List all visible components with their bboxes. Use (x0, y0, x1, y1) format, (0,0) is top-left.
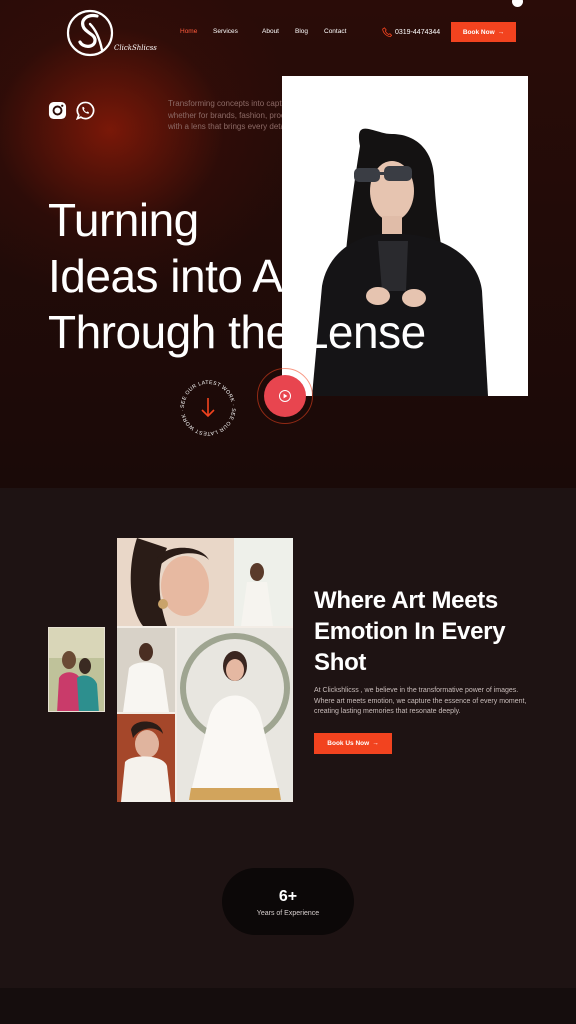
whatsapp-icon[interactable] (76, 101, 95, 120)
play-video-button[interactable] (257, 368, 313, 424)
about-title-line-2: Emotion In Every (314, 618, 506, 645)
about-title: Where Art Meets Emotion In Every Shot (314, 585, 506, 678)
about-title-line-1: Where Art Meets (314, 587, 498, 614)
about-title-line-3: Shot (314, 649, 367, 676)
headline-line-3: Through the Lense (48, 306, 426, 358)
couple-image (49, 628, 104, 711)
arrow-right-icon: → (372, 740, 379, 747)
instagram-icon[interactable] (48, 101, 67, 120)
nav-blog[interactable]: Blog (295, 28, 308, 35)
headline-line-2: Ideas into Art (48, 250, 310, 302)
nav-contact[interactable]: Contact (324, 28, 346, 35)
phone-contact[interactable]: 0319-4474344 (382, 27, 440, 37)
experience-label: Years of Experience (256, 909, 320, 917)
play-button-inner (264, 375, 306, 417)
arrow-right-icon: → (497, 28, 505, 36)
phone-icon (382, 27, 392, 37)
headline-line-1: Turning (48, 194, 199, 246)
play-icon (279, 390, 291, 402)
bottom-band (0, 988, 576, 1024)
about-section: Where Art Meets Emotion In Every Shot At… (0, 488, 576, 988)
logo-text: ClickShlicss (114, 44, 157, 52)
experience-value: 6+ (278, 887, 298, 905)
book-us-now-button[interactable]: Book Us Now → (314, 733, 392, 754)
nav-services[interactable]: Services (213, 28, 238, 35)
book-now-label: Book Now (462, 28, 495, 36)
nav-about[interactable]: About (262, 28, 279, 35)
book-us-now-label: Book Us Now (327, 740, 370, 747)
arrow-down-icon (201, 398, 215, 418)
side-photo (48, 627, 105, 712)
experience-stat: 6+ Years of Experience (222, 868, 354, 935)
bridal-collage-image (117, 538, 293, 802)
phone-number: 0319-4474344 (395, 28, 441, 36)
latest-work-badge[interactable]: SEE OUR LATEST WORK · SEE OUR LATEST WOR… (178, 378, 238, 438)
top-dot (512, 0, 523, 7)
hero-section: ClickShlicss Home Services About Blog Co… (0, 0, 576, 488)
about-body: At Clickshlicss , we believe in the tran… (314, 687, 527, 715)
book-now-button[interactable]: Book Now → (451, 22, 516, 42)
hero-headline: Turning Ideas into Art Through the Lense (48, 192, 426, 360)
bridal-collage (117, 538, 293, 802)
nav-home[interactable]: Home (180, 28, 197, 35)
